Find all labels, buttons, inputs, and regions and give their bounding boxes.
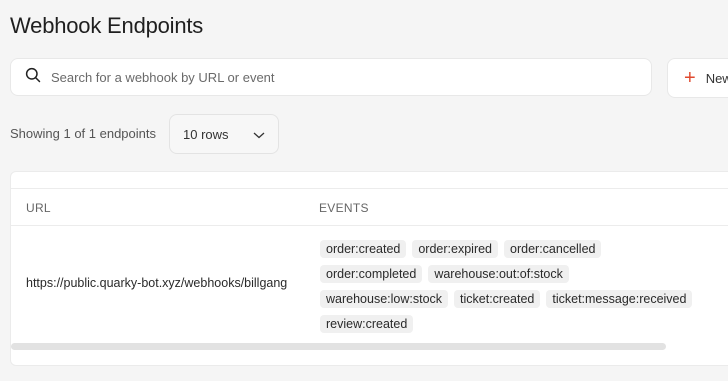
rows-per-page-value: 10 rows xyxy=(183,126,229,142)
chevron-down-icon xyxy=(252,128,266,145)
event-badge: review:created xyxy=(320,314,414,333)
showing-count: Showing 1 of 1 endpoints xyxy=(10,126,156,141)
event-badge: ticket:created xyxy=(454,289,541,308)
event-badge: warehouse:low:stock xyxy=(320,289,449,308)
event-badge: order:created xyxy=(320,239,407,258)
webhook-table: URL EVENTS https://public.quarky-bot.xyz… xyxy=(10,171,728,366)
table-header: URL EVENTS xyxy=(11,188,728,226)
new-endpoint-button[interactable]: + New xyxy=(667,58,728,98)
search-box[interactable] xyxy=(10,58,652,96)
event-badge: warehouse:out:of:stock xyxy=(428,264,569,283)
column-header-events: EVENTS xyxy=(319,201,369,215)
new-endpoint-label: New xyxy=(705,70,728,86)
rows-per-page-select[interactable]: 10 rows xyxy=(169,114,279,154)
event-badge: order:cancelled xyxy=(504,239,602,258)
horizontal-scrollbar[interactable] xyxy=(11,343,666,350)
event-badge: ticket:message:received xyxy=(546,289,693,308)
endpoint-url[interactable]: https://public.quarky-bot.xyz/webhooks/b… xyxy=(26,276,287,290)
search-icon xyxy=(25,67,41,88)
event-badge: order:completed xyxy=(320,264,423,283)
plus-icon: + xyxy=(684,67,696,89)
event-badge: order:expired xyxy=(412,239,499,258)
event-list: order:created order:expired order:cancel… xyxy=(320,236,728,336)
column-header-url: URL xyxy=(26,201,51,215)
page-title: Webhook Endpoints xyxy=(10,13,204,38)
search-input[interactable] xyxy=(51,69,631,85)
